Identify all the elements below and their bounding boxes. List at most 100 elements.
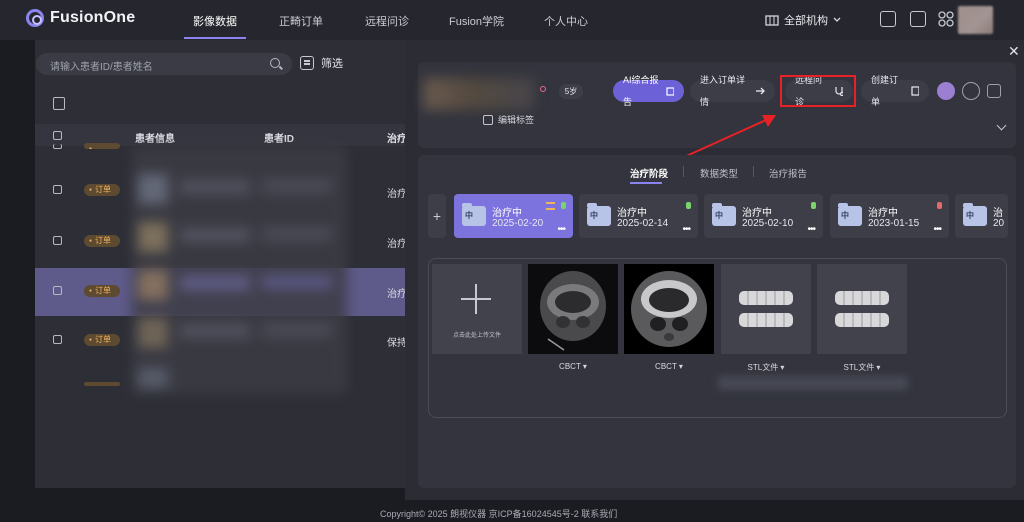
- building-icon: [765, 15, 779, 26]
- document-icon[interactable]: [987, 84, 1001, 98]
- cbct-scan-image: [631, 271, 707, 347]
- edit-tags-label: 编辑标签: [498, 115, 535, 125]
- file-type-label[interactable]: STL文件 ▾: [817, 362, 907, 373]
- tab-data-type[interactable]: 数据类型: [700, 166, 738, 180]
- highlight-box: [780, 75, 856, 107]
- tab-divider: [753, 166, 754, 177]
- search-input[interactable]: 请输入患者ID/患者姓名: [36, 53, 292, 75]
- flag-icon: [546, 202, 555, 210]
- stage-card[interactable]: 中 治疗中 2025-02-10 •••: [704, 194, 823, 238]
- ai-report-label: AI综合报告: [623, 75, 659, 107]
- apps-grid-icon[interactable]: [938, 11, 954, 27]
- search-icon[interactable]: [270, 58, 280, 68]
- row-checkbox[interactable]: [53, 286, 62, 295]
- row-checkbox[interactable]: [53, 236, 62, 245]
- edit-tags-button[interactable]: 编辑标签: [483, 113, 534, 126]
- order-detail-button[interactable]: 进入订单详情: [690, 75, 775, 107]
- order-badge: [84, 143, 120, 149]
- user-add-icon[interactable]: [962, 82, 980, 100]
- stl-thumbnail[interactable]: [817, 264, 907, 354]
- status-dot-icon: [811, 202, 816, 209]
- row-checkbox[interactable]: [53, 144, 62, 149]
- stage-title: 治疗中: [492, 208, 522, 219]
- order-badge: 订单: [84, 235, 120, 247]
- folder-icon: 中: [712, 203, 736, 226]
- nav-item-personal-center[interactable]: 个人中心: [544, 13, 588, 29]
- order-badge: [84, 382, 120, 386]
- share-icon[interactable]: [937, 82, 955, 100]
- more-icon[interactable]: •••: [557, 224, 565, 235]
- col-patient-id: 患者ID: [264, 134, 294, 145]
- close-icon[interactable]: ✕: [1008, 43, 1020, 60]
- create-order-label: 创建订单: [871, 75, 899, 107]
- col-patient-info: 患者信息: [135, 134, 175, 145]
- nav-item-image-data[interactable]: 影像数据: [193, 13, 237, 29]
- order-badge: 订单: [84, 334, 120, 346]
- tab-treatment-stage[interactable]: 治疗阶段: [630, 166, 668, 180]
- filter-label: 筛选: [321, 58, 343, 70]
- row-checkbox[interactable]: [53, 335, 62, 344]
- stage-card[interactable]: 中 治疗中 2025-02-14 •••: [579, 194, 698, 238]
- dental-model-image: [835, 291, 889, 327]
- upload-tile[interactable]: [432, 264, 522, 354]
- folder-icon: 中: [838, 203, 862, 226]
- ai-report-button[interactable]: AI综合报告: [613, 75, 684, 107]
- treatment-status: 治疗: [387, 239, 407, 250]
- plus-icon-bar: [461, 298, 491, 300]
- nav-item-ortho-orders[interactable]: 正畸订单: [279, 13, 323, 29]
- stage-card[interactable]: 中 治 20: [955, 194, 1008, 238]
- filter-icon: [300, 56, 314, 70]
- stage-date: 2025-02-10: [742, 218, 794, 229]
- org-selector[interactable]: 全部机构: [765, 12, 841, 28]
- org-selector-label: 全部机构: [784, 15, 828, 27]
- logo[interactable]: FusionOne: [26, 9, 135, 27]
- stage-title: 治疗中: [868, 208, 898, 219]
- treatment-status: 治疗: [387, 289, 407, 300]
- stl-thumbnail[interactable]: [721, 264, 811, 354]
- cbct-thumbnail[interactable]: [624, 264, 714, 354]
- file-type-label[interactable]: CBCT ▾: [528, 362, 618, 371]
- female-icon: [540, 86, 546, 92]
- chevron-down-icon: [833, 17, 841, 22]
- footer-text: Copyright© 2025 朗视仪器 京ICP备16024545号-2 联系…: [380, 509, 618, 519]
- nav-item-fusion-academy[interactable]: Fusion学院: [449, 13, 504, 29]
- blurred-patient-name: [424, 78, 534, 110]
- cbct-thumbnail[interactable]: [528, 264, 618, 354]
- clipboard-icon: [911, 86, 919, 96]
- nav-item-remote-consult[interactable]: 远程问诊: [365, 13, 409, 29]
- blurred-file-info: [718, 376, 908, 390]
- stage-title: 治疗中: [742, 208, 772, 219]
- select-all-checkbox[interactable]: [53, 131, 62, 140]
- arrow-right-icon: [755, 87, 765, 95]
- status-dot-icon: [561, 202, 566, 209]
- stage-card[interactable]: 中 治疗中 2023-01-15 •••: [830, 194, 949, 238]
- stage-date: 2023-01-15: [868, 218, 920, 229]
- order-badge: 订单: [84, 184, 120, 196]
- status-dot-icon: [686, 202, 691, 209]
- file-type-label[interactable]: STL文件 ▾: [721, 362, 811, 373]
- more-icon[interactable]: •••: [807, 224, 815, 235]
- filter-button[interactable]: 筛选: [300, 55, 343, 71]
- tab-treatment-report[interactable]: 治疗报告: [769, 166, 807, 180]
- age-badge: 5岁: [559, 84, 583, 99]
- scan-icon[interactable]: [880, 11, 896, 27]
- bag-icon[interactable]: [910, 11, 926, 27]
- active-tab-indicator: [630, 182, 662, 184]
- stage-card[interactable]: 中 治疗中 2025-02-20 •••: [454, 194, 573, 238]
- upload-hint: 点击此处上传文件: [452, 333, 501, 339]
- cbct-scan-image: [540, 271, 606, 351]
- download-icon[interactable]: [53, 97, 65, 110]
- treatment-status: 治疗: [387, 189, 407, 200]
- dental-model-image: [739, 291, 793, 327]
- create-order-button[interactable]: 创建订单: [861, 75, 929, 107]
- more-icon[interactable]: •••: [933, 224, 941, 235]
- stage-title: 治疗中: [617, 208, 647, 219]
- user-avatar[interactable]: [958, 6, 993, 34]
- row-checkbox[interactable]: [53, 185, 62, 194]
- file-type-label[interactable]: CBCT ▾: [624, 362, 714, 371]
- col-treatment: 治疗: [387, 134, 407, 145]
- add-stage-button[interactable]: +: [428, 194, 446, 238]
- folder-icon: 中: [963, 203, 987, 226]
- more-icon[interactable]: •••: [682, 224, 690, 235]
- status-dot-icon: [937, 202, 942, 209]
